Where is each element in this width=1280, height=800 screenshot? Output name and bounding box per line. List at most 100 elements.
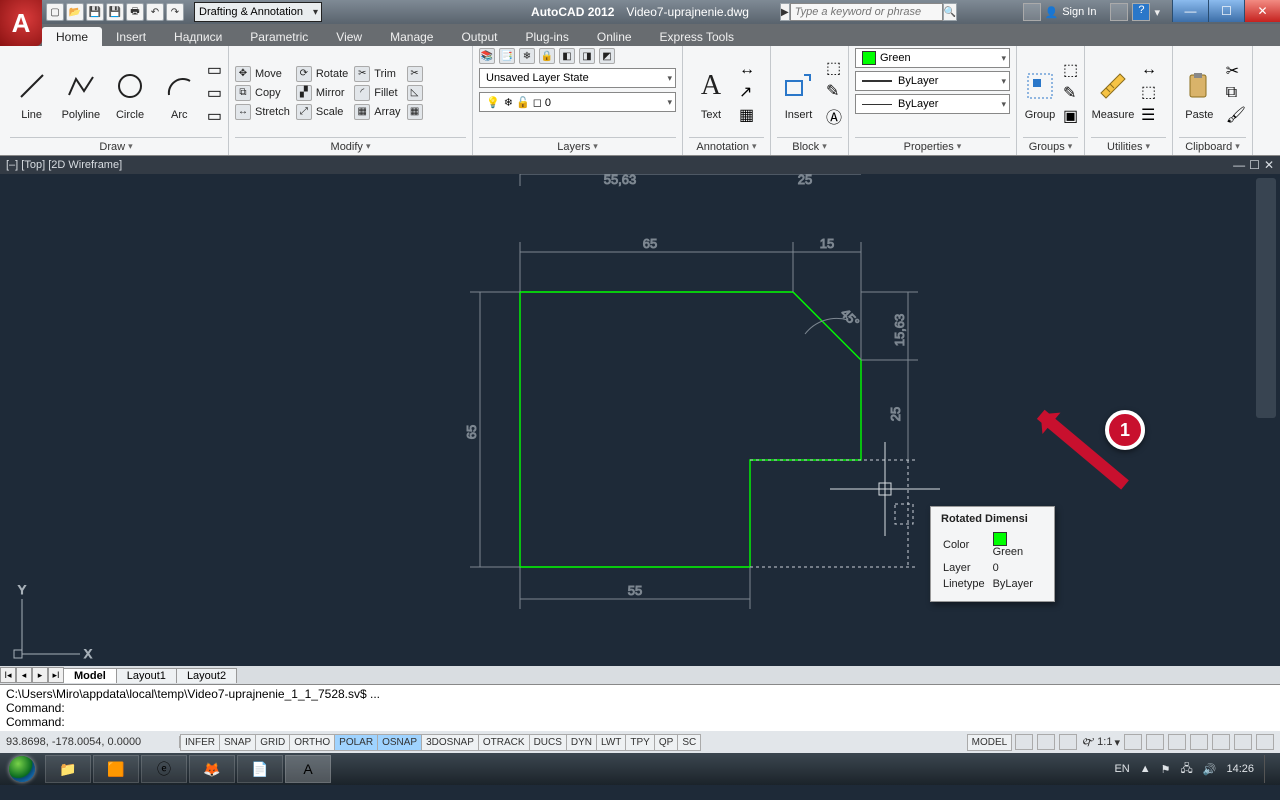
command-line[interactable]: C:\Users\Miro\appdata\local\temp\Video7-… xyxy=(0,684,1280,731)
status-toggle-osnap[interactable]: OSNAP xyxy=(377,734,422,751)
close-button[interactable]: ✕ xyxy=(1244,0,1280,22)
table-icon[interactable]: ▦ xyxy=(739,105,755,125)
maximise-button[interactable]: ☐ xyxy=(1208,0,1244,22)
status-toggle-ortho[interactable]: ORTHO xyxy=(289,734,335,751)
scale-button[interactable]: ⤢Scale xyxy=(296,104,348,120)
task-ie[interactable]: ⓔ xyxy=(141,755,187,783)
tray-lang[interactable]: EN xyxy=(1114,763,1129,775)
status-toggle-snap[interactable]: SNAP xyxy=(219,734,256,751)
select-icon[interactable]: ⬚ xyxy=(1141,82,1157,102)
app-menu-button[interactable]: A xyxy=(0,0,42,46)
vp-min-icon[interactable]: — xyxy=(1233,158,1245,172)
tray-up-icon[interactable]: ▲ xyxy=(1140,763,1151,775)
drawing-canvas[interactable]: Y X 55,63 25 65 15 xyxy=(0,174,1280,666)
search-play-icon[interactable]: ▶ xyxy=(780,3,790,21)
layout-prev-icon[interactable]: ◂ xyxy=(16,667,32,683)
status-toggle-tpy[interactable]: TPY xyxy=(625,734,654,751)
status-toggle-grid[interactable]: GRID xyxy=(255,734,290,751)
status-toggle-infer[interactable]: INFER xyxy=(180,734,220,751)
trim-button[interactable]: ✂Trim xyxy=(354,66,400,82)
coordinate-readout[interactable]: 93.8698, -178.0054, 0.0000 xyxy=(0,736,180,748)
cut-icon[interactable]: ✂ xyxy=(1226,61,1246,81)
tab-view[interactable]: View xyxy=(322,27,376,46)
layout-tab-model[interactable]: Model xyxy=(63,668,117,683)
dim-icon[interactable]: ↔ xyxy=(739,61,755,79)
qat-undo-icon[interactable]: ↶ xyxy=(146,3,164,21)
panel-title-modify[interactable]: Modify xyxy=(235,137,466,155)
layerlock-icon[interactable]: 🔒 xyxy=(539,48,555,64)
sb-a-icon[interactable] xyxy=(1124,734,1142,750)
layer-current-dropdown[interactable]: 💡❄ 🔓 ◻ 0 xyxy=(479,92,676,112)
annoscale-button[interactable]: 🙰1:1▾ xyxy=(1081,733,1120,752)
tab-online[interactable]: Online xyxy=(583,27,646,46)
panel-title-groups[interactable]: Groups xyxy=(1023,137,1078,155)
chamfer-icon[interactable]: ◺ xyxy=(407,85,423,101)
qat-open-icon[interactable]: 📂 xyxy=(66,3,84,21)
panel-title-annotation[interactable]: Annotation xyxy=(689,137,764,155)
viewport-label[interactable]: [–] [Top] [2D Wireframe] xyxy=(6,159,122,171)
groupbb-icon[interactable]: ▣ xyxy=(1063,106,1078,126)
draw-rect-icon[interactable]: ▭ xyxy=(207,60,222,80)
qat-plot-icon[interactable]: 🖶 xyxy=(126,3,144,21)
layermore2-icon[interactable]: ◨ xyxy=(579,48,595,64)
tab-parametric[interactable]: Parametric xyxy=(236,27,322,46)
model-toggle[interactable]: MODEL xyxy=(967,734,1013,751)
tab-надписи[interactable]: Надписи xyxy=(160,27,236,46)
panel-title-utilities[interactable]: Utilities xyxy=(1091,137,1166,155)
lineweight-dropdown[interactable]: ByLayer xyxy=(855,71,1010,91)
group-button[interactable]: Group xyxy=(1023,65,1057,121)
sb-f-icon[interactable] xyxy=(1234,734,1252,750)
layer-state-dropdown[interactable]: Unsaved Layer State xyxy=(479,68,676,88)
extend-icon[interactable]: ✂ xyxy=(407,66,423,82)
attr-icon[interactable]: Ⓐ xyxy=(826,104,842,128)
tray-clock[interactable]: 14:26 xyxy=(1226,763,1254,775)
draw-hatch-icon[interactable]: ▭ xyxy=(207,83,222,103)
help-drop-icon[interactable]: ▾ xyxy=(1154,6,1160,19)
status-toggle-polar[interactable]: POLAR xyxy=(334,734,378,751)
qat-saveas-icon[interactable]: 💾 xyxy=(106,3,124,21)
match-icon[interactable]: 🖌 xyxy=(1226,105,1246,125)
sb-b-icon[interactable] xyxy=(1146,734,1164,750)
help-icon[interactable]: ? xyxy=(1132,3,1150,21)
sb-g-icon[interactable] xyxy=(1256,734,1274,750)
polyline-button[interactable]: Polyline xyxy=(59,65,102,121)
panel-title-layers[interactable]: Layers xyxy=(479,137,676,155)
qat-new-icon[interactable]: ▢ xyxy=(46,3,64,21)
status-toggle-qp[interactable]: QP xyxy=(654,734,678,751)
color-dropdown[interactable]: Green xyxy=(855,48,1010,68)
search-input[interactable] xyxy=(790,3,943,21)
ungroup-icon[interactable]: ⬚ xyxy=(1063,60,1078,80)
move-button[interactable]: ✥Move xyxy=(235,66,290,82)
show-desktop-button[interactable] xyxy=(1264,755,1272,783)
layermore1-icon[interactable]: ◧ xyxy=(559,48,575,64)
sb-e-icon[interactable] xyxy=(1212,734,1230,750)
sb-d-icon[interactable] xyxy=(1190,734,1208,750)
draw-more-icon[interactable]: ▭ xyxy=(207,106,222,126)
task-autocad[interactable]: A xyxy=(285,755,331,783)
tray-vol-icon[interactable]: 🔊 xyxy=(1203,763,1217,776)
sb-nav-icon[interactable] xyxy=(1037,734,1055,750)
layout-tab-layout1[interactable]: Layout1 xyxy=(116,668,177,683)
copy-icon[interactable]: ⧉ xyxy=(1226,84,1246,102)
tray-flag-icon[interactable]: ⚑ xyxy=(1161,763,1171,776)
layout-last-icon[interactable]: ▸I xyxy=(48,667,64,683)
line-button[interactable]: Line xyxy=(10,65,53,121)
vp-close-icon[interactable]: ✕ xyxy=(1264,158,1274,172)
array-button[interactable]: ▦Array xyxy=(354,104,400,120)
tab-plug-ins[interactable]: Plug-ins xyxy=(512,27,583,46)
tab-express tools[interactable]: Express Tools xyxy=(646,27,748,46)
qat-redo-icon[interactable]: ↷ xyxy=(166,3,184,21)
status-toggle-dyn[interactable]: DYN xyxy=(566,734,597,751)
task-firefox[interactable]: 🦊 xyxy=(189,755,235,783)
xdrop-icon[interactable] xyxy=(1110,3,1128,21)
groupedit-icon[interactable]: ✎ xyxy=(1063,83,1078,103)
leader-icon[interactable]: ↗ xyxy=(739,82,755,102)
tab-manage[interactable]: Manage xyxy=(376,27,447,46)
layeriso-icon[interactable]: 📑 xyxy=(499,48,515,64)
fillet-button[interactable]: ◜Fillet xyxy=(354,85,400,101)
tray-net-icon[interactable]: 🖧 xyxy=(1181,760,1193,779)
measure-button[interactable]: Measure xyxy=(1091,65,1135,121)
workspace-dropdown[interactable]: Drafting & Annotation xyxy=(194,2,322,22)
linetype-dropdown[interactable]: ByLayer xyxy=(855,94,1010,114)
qat-save-icon[interactable]: 💾 xyxy=(86,3,104,21)
